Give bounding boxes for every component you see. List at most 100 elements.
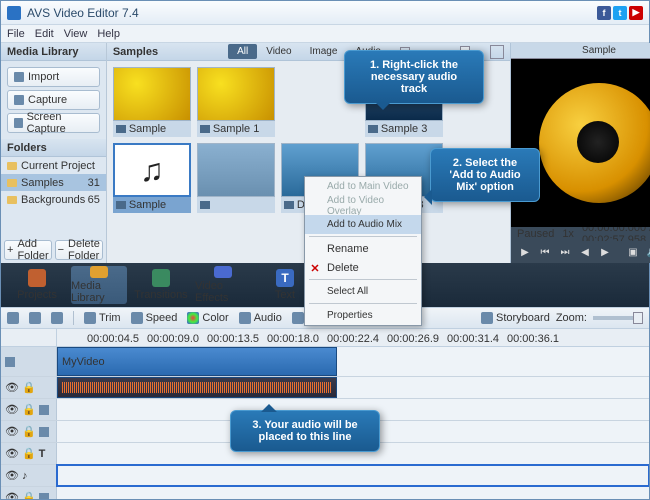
timeline-ruler[interactable]: 00:00:04.5 00:00:09.0 00:00:13.5 00:00:1… [57, 329, 649, 346]
folders-header: Folders [1, 139, 106, 157]
step-fwd-button[interactable]: ▶ [599, 246, 611, 258]
mic-icon [39, 493, 49, 500]
media-library-header: Media Library [1, 43, 106, 61]
scissors-icon [51, 312, 63, 324]
trim-button[interactable]: Trim [84, 312, 121, 324]
thumb-sample[interactable]: Sample [113, 67, 191, 137]
x-icon [29, 312, 41, 324]
folder-icon [7, 179, 17, 187]
ctx-add-audio-mix[interactable]: Add to Audio Mix [305, 215, 421, 234]
video-icon [284, 201, 294, 209]
thumb-sample1[interactable]: Sample 1 [197, 67, 275, 137]
stabilize-icon [292, 312, 304, 324]
trim-icon [84, 312, 96, 324]
folder-icon [7, 162, 17, 170]
play-button[interactable]: ▶ [519, 246, 531, 258]
thumb-audio-sample[interactable]: ♫Sample [113, 143, 191, 213]
folder-current-project[interactable]: Current Project [1, 157, 106, 174]
ctx-properties[interactable]: Properties [305, 306, 421, 325]
delete-folder-button[interactable]: −Delete Folder [55, 240, 103, 260]
menu-help[interactable]: Help [97, 28, 120, 40]
color-button[interactable]: Color [187, 312, 228, 324]
video-icon [200, 125, 210, 133]
speed-icon [131, 312, 143, 324]
audio-mix-track[interactable]: 👁♪ [1, 465, 649, 487]
screen-icon [14, 118, 23, 128]
camera-icon [14, 95, 24, 105]
ctx-add-main-video[interactable]: Add to Main Video [305, 177, 421, 196]
undo-icon [7, 312, 19, 324]
zoom-slider[interactable] [593, 316, 643, 320]
voice-track[interactable]: 👁🔒 [1, 487, 649, 499]
audio-clip[interactable] [57, 377, 337, 398]
delete-clip-button[interactable] [29, 312, 41, 324]
storyboard-icon [481, 312, 493, 324]
video-track[interactable]: MyVideo [1, 347, 649, 377]
ctx-select-all[interactable]: Select All [305, 282, 421, 301]
ctx-delete[interactable]: ✕Delete [305, 258, 421, 277]
capture-button[interactable]: Capture [7, 90, 100, 110]
thumb-size-large-icon[interactable] [490, 45, 504, 59]
video-icon [200, 201, 210, 209]
mode-video-effects[interactable]: Video Effects [195, 266, 251, 304]
zoom-label: Zoom: [556, 312, 587, 324]
callout-2: 2. Select the 'Add to Audio Mix' option [430, 148, 540, 202]
mode-projects[interactable]: Projects [9, 266, 65, 304]
audio-icon [116, 201, 126, 209]
mode-transitions[interactable]: Transitions [133, 266, 189, 304]
app-logo [7, 6, 21, 20]
menubar: File Edit View Help [1, 25, 649, 43]
ctx-rename[interactable]: Rename [305, 239, 421, 258]
tab-image[interactable]: Image [301, 44, 347, 59]
color-icon [187, 312, 199, 324]
twitter-icon[interactable]: t [613, 6, 627, 20]
thumb-seagull[interactable] [197, 143, 275, 213]
import-button[interactable]: Import [7, 67, 100, 87]
window-title: AVS Video Editor 7.4 [27, 6, 597, 20]
menu-view[interactable]: View [64, 28, 88, 40]
speaker-icon [539, 83, 650, 203]
speed-button[interactable]: Speed [131, 312, 178, 324]
youtube-icon[interactable]: ▶ [629, 6, 643, 20]
playback-status: Paused [517, 228, 554, 240]
screen-capture-button[interactable]: Screen Capture [7, 113, 100, 133]
rename-icon [309, 243, 321, 255]
folder-samples[interactable]: Samples31 [1, 174, 106, 191]
plus-icon [14, 72, 24, 82]
overlay-icon [39, 405, 49, 415]
storyboard-button[interactable]: Storyboard [481, 312, 550, 324]
tab-video[interactable]: Video [257, 44, 300, 59]
delete-icon: ✕ [309, 262, 321, 274]
context-menu: Add to Main Video Add to Video Overlay A… [304, 176, 422, 326]
video-icon [368, 125, 378, 133]
film-icon [5, 357, 15, 367]
split-button[interactable] [51, 312, 63, 324]
add-folder-button[interactable]: +Add Folder [4, 240, 52, 260]
preview-header: Sample [511, 43, 650, 59]
callout-1: 1. Right-click the necessary audio track [344, 50, 484, 104]
playback-speed: 1x [562, 228, 574, 240]
audio-track-main[interactable]: 👁🔒 [1, 377, 649, 399]
music-icon [239, 312, 251, 324]
ctx-add-video-overlay[interactable]: Add to Video Overlay [305, 196, 421, 215]
folder-backgrounds[interactable]: Backgrounds65 [1, 191, 106, 208]
waveform-icon [62, 382, 332, 393]
folder-icon [7, 196, 17, 204]
video-icon [116, 125, 126, 133]
content-title: Samples [113, 46, 158, 58]
fx-icon [39, 427, 49, 437]
next-button[interactable]: ⏭ [559, 246, 571, 258]
video-clip[interactable]: MyVideo [57, 347, 337, 376]
mode-media-library[interactable]: Media Library [71, 266, 127, 304]
prev-button[interactable]: ⏮ [539, 246, 551, 258]
callout-3: 3. Your audio will be placed to this lin… [230, 410, 380, 452]
titlebar: AVS Video Editor 7.4 f t ▶ [1, 1, 649, 25]
snapshot-button[interactable]: ▣ [627, 246, 639, 258]
tab-all[interactable]: All [228, 44, 257, 59]
facebook-icon[interactable]: f [597, 6, 611, 20]
step-back-button[interactable]: ◀ [579, 246, 591, 258]
menu-edit[interactable]: Edit [35, 28, 54, 40]
undo-button[interactable] [7, 312, 19, 324]
menu-file[interactable]: File [7, 28, 25, 40]
audio-button[interactable]: Audio [239, 312, 282, 324]
